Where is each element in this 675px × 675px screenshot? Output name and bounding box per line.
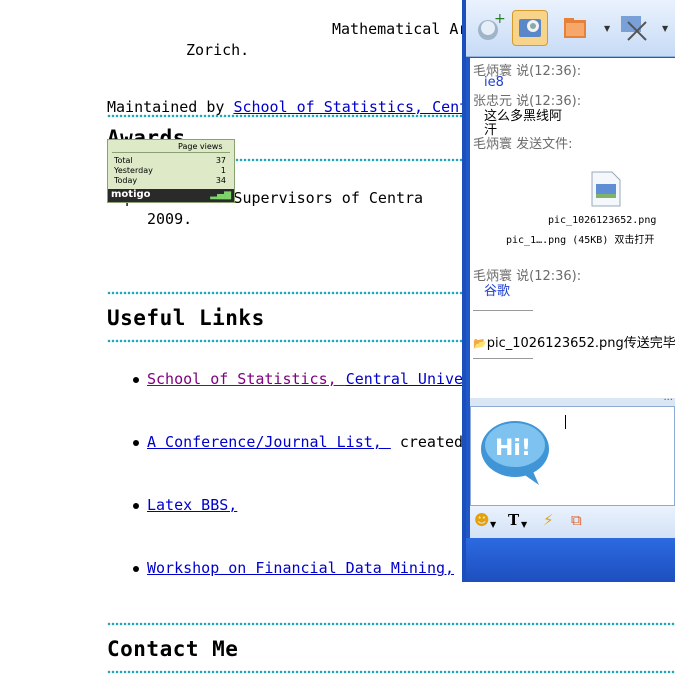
stats-bars-icon: ▂▄▆ — [210, 190, 231, 200]
svg-text:+: + — [494, 11, 506, 27]
list-item: Latex BBS, — [133, 496, 237, 514]
list-item: Workshop on Financial Data Mining, — [133, 559, 454, 577]
splitter-ellipsis: ... — [663, 392, 673, 403]
message-sender: 毛炳寰 发送文件: — [473, 137, 573, 152]
section-divider — [107, 622, 675, 626]
conference-list-link[interactable]: A Conference/Journal List, — [147, 433, 391, 451]
add-contact-icon[interactable]: + — [472, 10, 506, 44]
emoticon-icon[interactable]: ☻ — [474, 511, 490, 529]
screen-capture-icon[interactable]: ⧉ — [571, 511, 582, 529]
counter-row: Yesterday 1 — [114, 166, 226, 175]
motigo-logo: motigo — [111, 189, 151, 200]
message-input[interactable]: Hi! — [470, 406, 675, 506]
intro-text-line1: Mathematical Ar — [332, 20, 468, 38]
transfer-status: 📂pic_1026123652.png传送完毕 — [473, 336, 675, 351]
folder-share-icon[interactable] — [558, 10, 592, 44]
award-year: 2009. — [147, 210, 193, 228]
central-university-link[interactable]: Central Unive — [346, 370, 463, 388]
message-text: ie8 — [484, 75, 504, 90]
message-separator — [473, 310, 533, 311]
screenshot-scissors-icon[interactable] — [616, 10, 650, 44]
bullet-icon — [133, 502, 139, 509]
list-item: A Conference/Journal List, created — [133, 433, 463, 451]
statistics-school-link[interactable]: School of Statistics, — [147, 370, 346, 388]
chevron-down-icon[interactable]: ▼ — [604, 24, 610, 33]
bullet-icon — [133, 439, 139, 446]
hi-text: Hi! — [495, 436, 531, 461]
counter-row: Total 37 — [114, 156, 226, 165]
window-footer — [466, 538, 675, 582]
bullet-icon — [133, 376, 139, 383]
list-item: School of Statistics, Central Unive — [133, 370, 463, 388]
message-text: 谷歌 — [484, 284, 511, 299]
file-info-link[interactable]: pic_1….png (45KB) 双击打开 — [506, 231, 654, 246]
input-toolbar: ☻ ▼ T ▼ ⚡ ⧉ — [470, 506, 675, 538]
latex-bbs-link[interactable]: Latex BBS, — [147, 496, 237, 514]
page-views-counter[interactable]: Page views Total 37 Yesterday 1 Today 34 mo… — [107, 139, 235, 203]
useful-links-heading: Useful Links — [107, 306, 265, 330]
created-text: created — [399, 433, 464, 451]
counter-row: Today 34 — [114, 176, 226, 185]
financial-workshop-link[interactable]: Workshop on Financial Data Mining, — [147, 559, 454, 577]
contact-heading: Contact Me — [107, 637, 239, 661]
chevron-down-icon[interactable]: ▼ — [521, 520, 527, 529]
bullet-icon — [133, 565, 139, 572]
chevron-down-icon[interactable]: ▼ — [490, 520, 496, 529]
video-chat-icon[interactable] — [512, 10, 548, 46]
file-name: pic_1026123652.png — [548, 215, 657, 226]
hi-bubble-icon: Hi! — [479, 415, 559, 493]
message-history[interactable]: 毛炳寰 说(12:36): ie8 张忠元 说(12:36): 这么多黑线阿 汗… — [470, 58, 675, 398]
text-caret — [565, 415, 566, 429]
chat-window: + ▼ ▼ 毛炳寰 说(12:36): ie8 张忠元 说(12:36): 这么… — [462, 0, 675, 582]
counter-divider — [112, 152, 230, 153]
image-file-icon[interactable] — [588, 170, 622, 208]
window-frame — [462, 0, 466, 582]
folder-icon: 📂 — [473, 337, 487, 350]
counter-title: Page views — [178, 142, 223, 151]
pane-splitter[interactable]: ... — [470, 392, 675, 406]
chevron-down-icon[interactable]: ▼ — [662, 24, 668, 33]
intro-text-line2: Zorich. — [186, 41, 250, 59]
font-style-icon[interactable]: T — [508, 511, 519, 529]
nudge-lightning-icon[interactable]: ⚡ — [543, 511, 554, 529]
message-separator — [473, 358, 533, 359]
section-divider — [107, 670, 675, 674]
counter-footer: motigo ▂▄▆ — [108, 189, 234, 202]
chat-toolbar: + ▼ ▼ — [466, 0, 675, 57]
